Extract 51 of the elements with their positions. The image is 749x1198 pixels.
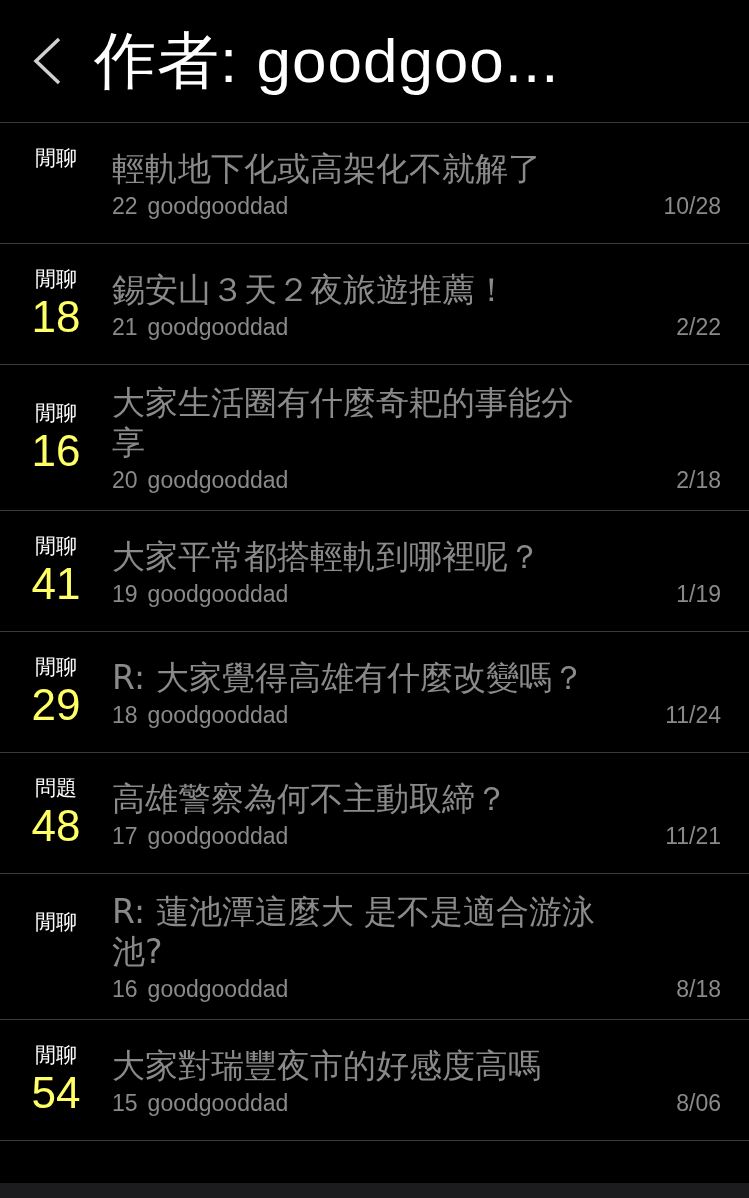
post-row[interactable]: 閒聊 R: 蓮池潭這麼大 是不是適合游泳池? 16 goodgooddad 8/18 (0, 874, 749, 1020)
post-date: 11/21 (665, 822, 721, 850)
post-title: 高雄警察為何不主動取締？ (112, 778, 509, 819)
push-count: 18 (31, 292, 81, 341)
post-row[interactable]: 閒聊 16 大家生活圈有什麼奇耙的事能分享 20 goodgooddad 2/18 (0, 365, 749, 511)
post-title: 大家對瑞豐夜市的好感度高嗎 (112, 1045, 542, 1086)
post-date: 2/18 (676, 467, 721, 494)
post-date: 2/22 (676, 313, 721, 341)
post-author: goodgooddad (147, 1089, 289, 1117)
category-label: 閒聊 (35, 266, 77, 292)
push-count: 54 (31, 1068, 81, 1117)
category-label: 閒聊 (35, 533, 77, 559)
post-author: goodgooddad (147, 313, 289, 341)
post-date: 10/28 (663, 192, 721, 220)
post-title: 輕軌地下化或高架化不就解了 (112, 148, 542, 189)
category-label: 閒聊 (35, 145, 77, 171)
category-label: 閒聊 (35, 908, 77, 935)
post-author: goodgooddad (147, 192, 289, 220)
post-title: 錫安山３天２夜旅遊推薦！ (112, 269, 509, 310)
post-number: 18 (112, 701, 138, 729)
post-title: R: 大家覺得高雄有什麼改變嗎？ (112, 657, 586, 698)
post-title: 大家平常都搭輕軌到哪裡呢？ (112, 536, 542, 577)
post-date: 11/24 (665, 701, 721, 729)
post-date: 8/18 (676, 976, 721, 1003)
post-date: 8/06 (676, 1089, 721, 1117)
post-number: 21 (112, 313, 138, 341)
post-number: 15 (112, 1089, 138, 1117)
post-title: 大家生活圈有什麼奇耙的事能分享 (112, 383, 575, 463)
page-title: 作者: goodgoo... (94, 25, 560, 97)
post-number: 20 (112, 467, 138, 494)
post-number: 22 (112, 192, 138, 220)
push-count: 16 (31, 425, 81, 475)
category-label: 閒聊 (35, 654, 77, 680)
post-author: goodgooddad (147, 701, 289, 729)
post-number: 19 (112, 580, 138, 608)
push-count: 29 (31, 680, 81, 729)
push-count: 41 (31, 559, 81, 608)
category-label: 閒聊 (35, 1042, 77, 1068)
post-author: goodgooddad (147, 580, 289, 608)
post-author: goodgooddad (147, 822, 289, 850)
post-number: 17 (112, 822, 138, 850)
post-author: goodgooddad (147, 467, 289, 494)
post-row[interactable]: 閒聊 輕軌地下化或高架化不就解了 22 goodgooddad 10/28 (0, 123, 749, 244)
category-label: 問題 (35, 775, 77, 801)
back-icon[interactable] (32, 36, 62, 86)
post-number: 16 (112, 976, 138, 1003)
category-label: 閒聊 (35, 399, 77, 426)
push-count: 48 (31, 801, 81, 850)
post-author: goodgooddad (147, 976, 289, 1003)
post-title: R: 蓮池潭這麼大 是不是適合游泳池? (112, 892, 596, 972)
post-date: 1/19 (676, 580, 721, 608)
